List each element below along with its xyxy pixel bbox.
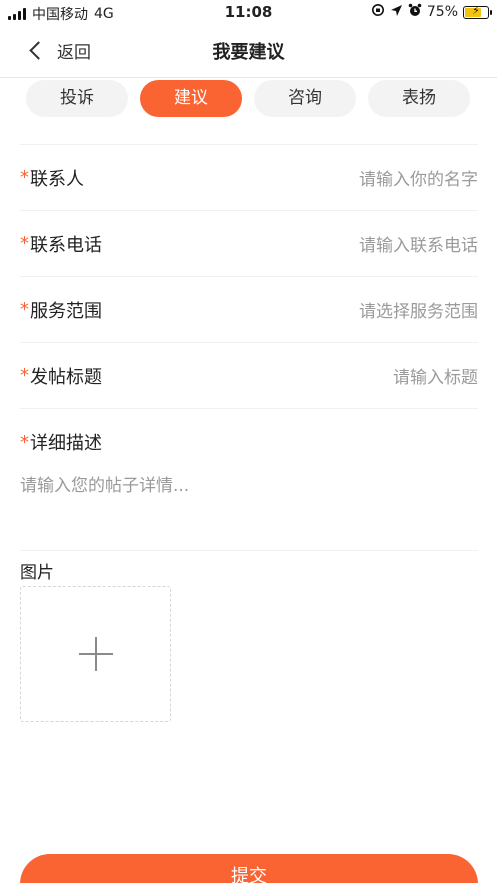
required-mark: * [20, 167, 29, 188]
required-mark: * [20, 431, 29, 453]
battery-percent: 75% [426, 4, 458, 20]
service-select[interactable]: 请选择服务范围 [238, 297, 478, 322]
status-bar: 中国移动 4G 11:08 75% ⚡ [0, 0, 497, 26]
post-title-input[interactable]: 请输入标题 [238, 363, 478, 388]
suggestion-form: * 联系人 请输入你的名字 * 联系电话 请输入联系电话 * 服务范围 请选择服… [20, 144, 478, 551]
charging-bolt-icon: ⚡ [472, 3, 480, 17]
contact-label-text: 联系人 [30, 168, 84, 190]
alarm-icon [408, 3, 422, 21]
image-upload-button[interactable] [20, 586, 171, 722]
required-mark: * [20, 233, 29, 254]
navigation-bar: 返回 我要建议 [0, 26, 497, 78]
battery-icon: ⚡ [463, 3, 492, 19]
phone-label: * 联系电话 [20, 231, 102, 257]
detail-label-text: 详细描述 [30, 433, 102, 454]
tab-consult[interactable]: 咨询 [254, 80, 356, 117]
service-label: * 服务范围 [20, 297, 102, 323]
detail-section: * 详细描述 请输入您的帖子详情... [20, 409, 478, 551]
phone-row: * 联系电话 请输入联系电话 [20, 211, 478, 277]
phone-input[interactable]: 请输入联系电话 [238, 231, 478, 256]
detail-textarea[interactable]: 请输入您的帖子详情... [20, 471, 478, 521]
tab-complaint[interactable]: 投诉 [26, 80, 128, 117]
required-mark: * [20, 299, 29, 320]
tab-praise[interactable]: 表扬 [368, 80, 470, 117]
status-right: 75% ⚡ [371, 3, 492, 21]
submit-button[interactable]: 提交 [20, 854, 478, 883]
service-row: * 服务范围 请选择服务范围 [20, 277, 478, 343]
contact-row: * 联系人 请输入你的名字 [20, 145, 478, 211]
contact-input[interactable]: 请输入你的名字 [238, 165, 478, 190]
required-mark: * [20, 365, 29, 386]
tab-suggestion[interactable]: 建议 [140, 80, 242, 117]
battery-cap [490, 9, 492, 15]
post-title-label-text: 发帖标题 [30, 366, 102, 388]
post-title-label: * 发帖标题 [20, 363, 102, 389]
orientation-lock-icon [371, 3, 385, 21]
images-label: 图片 [20, 563, 54, 583]
phone-label-text: 联系电话 [30, 234, 102, 256]
post-title-row: * 发帖标题 请输入标题 [20, 343, 478, 409]
detail-label: * 详细描述 [20, 429, 478, 455]
category-tabs: 投诉 建议 咨询 表扬 [26, 80, 470, 117]
plus-icon-vertical [95, 637, 97, 671]
contact-label: * 联系人 [20, 165, 84, 191]
service-label-text: 服务范围 [30, 300, 102, 322]
location-arrow-icon [390, 4, 403, 21]
page-title: 我要建议 [212, 42, 285, 63]
